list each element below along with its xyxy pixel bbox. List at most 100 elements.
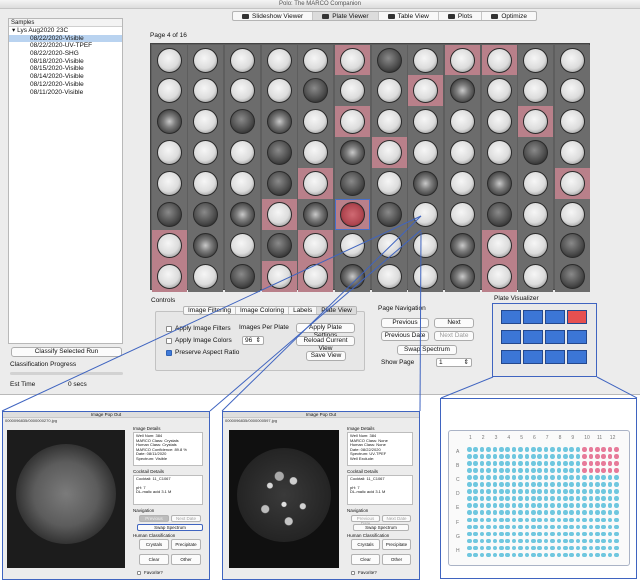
plate-zoom-well xyxy=(467,538,472,544)
popout-1-next-date-button[interactable]: Next Date xyxy=(171,515,201,522)
plate-zoom-well xyxy=(524,454,530,459)
plate-zoom-well xyxy=(479,510,485,516)
plate-zoom-well xyxy=(607,503,613,508)
popout-1-crystals-button[interactable]: Crystals xyxy=(139,539,169,550)
plate-zoom-well xyxy=(550,517,555,523)
plate-zoom-well xyxy=(614,503,619,508)
plate-zoom-well xyxy=(492,496,498,501)
connector-line-mid-b xyxy=(221,215,422,412)
plate-zoom-well xyxy=(588,524,594,530)
plate-zoom-well xyxy=(595,475,600,480)
plate-zoom-well xyxy=(556,482,562,487)
plate-zoom-well xyxy=(595,496,600,501)
plate-zoom-well xyxy=(511,489,517,494)
plate-zoom-well xyxy=(614,447,619,452)
plate-col-label: 7 xyxy=(545,435,549,441)
plate-zoom-well xyxy=(607,475,613,480)
popout-1-favorite-box[interactable] xyxy=(137,570,141,575)
plate-zoom-well xyxy=(505,531,510,537)
plate-zoom-well xyxy=(550,510,555,516)
plate-zoom-well xyxy=(537,447,542,452)
plate-zoom-well xyxy=(505,447,510,452)
popout-2-precipitate-button[interactable]: Precipitate xyxy=(382,539,411,550)
popout-2-swap-button[interactable]: Swap Spectrum xyxy=(353,524,409,531)
popout-2-favorite-checkbox[interactable]: Favorite? xyxy=(351,570,377,575)
plate-zoom-well xyxy=(575,524,581,530)
popout-1-swap-button[interactable]: Swap Spectrum xyxy=(137,524,203,531)
plate-zoom-well xyxy=(575,489,581,494)
plate-zoom-well xyxy=(467,447,472,452)
plate-zoom-well xyxy=(467,468,472,473)
plate-zoom-well xyxy=(473,489,478,494)
plate-zoom-well xyxy=(556,475,562,480)
popout-2-other-button[interactable]: Other xyxy=(382,554,411,565)
plate-zoom-well xyxy=(569,545,574,551)
popout-2-clear-button[interactable]: Clear xyxy=(351,554,380,565)
plate-zoom-well xyxy=(537,489,542,494)
plate-zoom-well xyxy=(601,552,606,558)
popout-1-detail: Spectrum: Visible xyxy=(136,455,168,461)
plate-zoom-well xyxy=(582,531,587,537)
plate-zoom-well xyxy=(537,468,542,473)
plate-zoom-well xyxy=(492,482,498,487)
plate-zoom-well xyxy=(556,545,562,551)
plate-zoom-well xyxy=(479,482,485,487)
plate-zoom-well xyxy=(518,461,523,466)
plate-zoom-well xyxy=(492,524,498,530)
popout-1-clear-button[interactable]: Clear xyxy=(139,554,169,565)
plate-zoom-well xyxy=(543,496,549,501)
plate-zoom-well xyxy=(575,468,581,473)
plate-zoom-well xyxy=(531,468,536,473)
plate-zoom-well xyxy=(479,468,485,473)
plate-zoom-well xyxy=(550,538,555,544)
plate-zoom-well xyxy=(524,475,530,480)
plate-zoom-well xyxy=(499,538,504,544)
plate-zoom-well xyxy=(595,503,600,508)
popout-2-prev-date-button[interactable]: Previous Date xyxy=(351,515,380,526)
plate-zoom-well xyxy=(588,503,594,508)
plate-zoom-well xyxy=(582,496,587,501)
popout-2-crystals-button[interactable]: Crystals xyxy=(351,539,380,550)
plate-zoom-well xyxy=(467,482,472,487)
plate-zoom-well xyxy=(550,482,555,487)
plate-zoom-well xyxy=(575,482,581,487)
plate-zoom-well xyxy=(550,552,555,558)
plate-zoom-well xyxy=(486,454,491,459)
plate-zoom-well xyxy=(479,475,485,480)
plate-zoom-well xyxy=(582,475,587,480)
plate-zoom-well xyxy=(575,503,581,508)
plate-zoom-well xyxy=(524,496,530,501)
plate-zoom-well xyxy=(499,510,504,516)
plate-zoom-well xyxy=(473,447,478,452)
plate-col-label: 5 xyxy=(520,435,523,441)
popout-2-next-date-button[interactable]: Next Date xyxy=(382,515,411,522)
plate-zoom-well xyxy=(518,489,523,494)
popout-2-favorite-box[interactable] xyxy=(351,570,355,575)
popout-1-other-button[interactable]: Other xyxy=(171,554,201,565)
plate-zoom-well xyxy=(518,475,523,480)
plate-zoom-well xyxy=(511,531,517,537)
popout-1-cocktail-box: Cocktail: 11_C1067 pH: 7 DL-malic acid 3… xyxy=(133,475,203,505)
plate-zoom-well xyxy=(499,503,504,508)
popout-1-precipitate-button[interactable]: Precipitate xyxy=(171,539,201,550)
plate-zoom-well xyxy=(486,510,491,516)
plate-zoom-well xyxy=(486,447,491,452)
plate-zoom-well xyxy=(473,545,478,551)
plate-zoom-well xyxy=(601,447,606,452)
plate-zoom-well xyxy=(607,489,613,494)
plate-zoom-well xyxy=(556,524,562,530)
plate-zoom-well xyxy=(511,503,517,508)
plate-zoom-well xyxy=(607,552,613,558)
popout-1-favorite-checkbox[interactable]: Favorite? xyxy=(137,570,163,575)
plate-zoom-well xyxy=(473,538,478,544)
plate-zoom-well xyxy=(588,482,594,487)
popout-1-image xyxy=(7,430,125,568)
plate-zoom-well xyxy=(614,496,619,501)
plate-zoom-well xyxy=(614,538,619,544)
plate-zoom-well xyxy=(473,454,478,459)
plate-zoom-well xyxy=(556,503,562,508)
popout-1-prev-date-button[interactable]: Previous Date xyxy=(139,515,169,526)
plate-zoom-well xyxy=(524,468,530,473)
plate-zoom-well xyxy=(588,454,594,459)
plate-zoom-well xyxy=(467,545,472,551)
